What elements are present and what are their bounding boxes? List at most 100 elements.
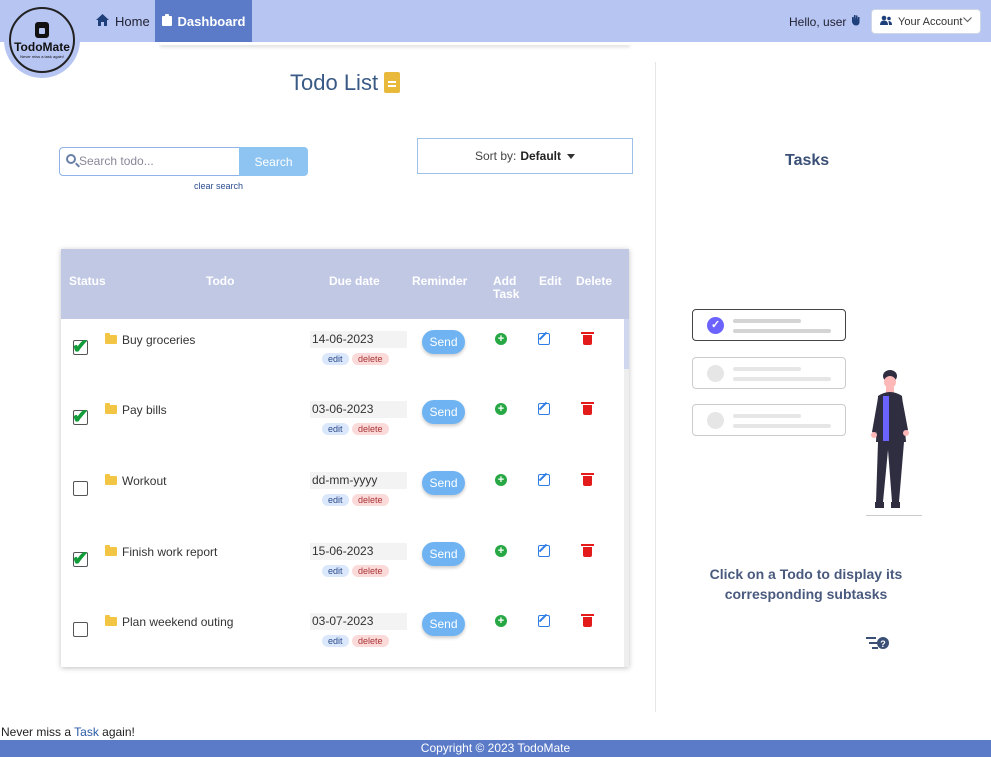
folder-icon (105, 545, 117, 556)
header-todo: Todo (206, 274, 235, 288)
logo-badge: TodoMate Never miss a task again! (9, 7, 75, 73)
search-icon (66, 154, 76, 164)
table-row[interactable]: ✔ Buy groceries 14-06-2023 edit delete Send + (61, 319, 621, 389)
tasks-title: Tasks (785, 152, 830, 169)
trash-icon[interactable] (581, 614, 594, 627)
chevron-down-icon (963, 15, 972, 25)
panel-divider (655, 62, 656, 712)
home-icon (96, 13, 109, 29)
edit-icon[interactable] (538, 403, 550, 415)
tagline-task-link[interactable]: Task (74, 725, 99, 739)
todo-title[interactable]: Pay bills (122, 403, 167, 417)
app-logo[interactable]: TodoMate Never miss a task again! (4, 2, 80, 78)
delete-due-date-button[interactable]: delete (352, 494, 389, 506)
navbar: Home Dashboard Hello, user Your Account (0, 0, 991, 42)
send-reminder-button[interactable]: Send (422, 471, 465, 495)
delete-due-date-button[interactable]: delete (352, 353, 389, 365)
add-task-icon[interactable]: + (495, 403, 507, 415)
edit-due-date-button[interactable]: edit (322, 494, 349, 506)
status-checkbox[interactable]: ✔ (72, 548, 89, 570)
svg-text:?: ? (880, 639, 886, 649)
illustration-task-card (692, 357, 846, 389)
scrollbar-track[interactable] (624, 319, 629, 667)
clear-search-link[interactable]: clear search (194, 181, 243, 191)
wave-hand-icon (850, 15, 862, 29)
table-row[interactable]: Workout dd-mm-yyyy edit delete Send + (61, 460, 621, 530)
person-illustration (860, 370, 926, 520)
sort-value: Default (520, 149, 562, 163)
add-task-icon[interactable]: + (495, 333, 507, 345)
document-icon (384, 72, 400, 93)
edit-due-date-button[interactable]: edit (322, 353, 349, 365)
illustration-task-card (692, 309, 846, 341)
delete-due-date-button[interactable]: delete (352, 423, 389, 435)
due-date-field[interactable]: 03-07-2023 (310, 613, 407, 630)
edit-due-date-button[interactable]: edit (322, 635, 349, 647)
add-task-icon[interactable]: + (495, 545, 507, 557)
nav-dashboard-link[interactable]: Dashboard (155, 0, 252, 42)
table-row[interactable]: ✔ Finish work report 15-06-2023 edit delete S… (61, 531, 621, 601)
clipboard-icon (161, 13, 172, 29)
checkmark-icon: ✔ (72, 548, 89, 570)
trash-icon[interactable] (581, 402, 594, 415)
edit-icon[interactable] (538, 333, 550, 345)
subtasks-hint: Click on a Todo to display its correspon… (709, 566, 903, 602)
table-row[interactable]: Plan weekend outing 03-07-2023 edit delete S… (61, 601, 621, 671)
delete-due-date-button[interactable]: delete (352, 635, 389, 647)
status-checkbox[interactable]: ✔ (72, 336, 89, 358)
send-reminder-button[interactable]: Send (422, 612, 465, 636)
delete-due-date-button[interactable]: delete (352, 565, 389, 577)
folder-icon (105, 615, 117, 626)
scrollbar-thumb[interactable] (624, 319, 629, 369)
account-dropdown-button[interactable]: Your Account (871, 9, 981, 34)
user-group-icon (880, 15, 892, 28)
tagline-prefix: Never miss a (1, 725, 75, 739)
edit-icon[interactable] (538, 474, 550, 486)
folder-icon (105, 474, 117, 485)
sort-label: Sort by: (474, 149, 517, 163)
account-label: Your Account (898, 15, 963, 28)
logo-tagline: Never miss a task again! (20, 53, 64, 59)
header-edit: Edit (539, 274, 562, 288)
add-task-icon[interactable]: + (495, 474, 507, 486)
send-reminder-button[interactable]: Send (422, 400, 465, 424)
send-reminder-button[interactable]: Send (422, 542, 465, 566)
header-due-date: Due date (329, 274, 380, 288)
todo-title[interactable]: Finish work report (122, 545, 217, 559)
nav-home-label: Home (115, 13, 150, 29)
due-date-field[interactable]: dd-mm-yyyy (310, 472, 407, 489)
status-checkbox[interactable]: ✔ (72, 407, 89, 427)
clipboard-logo-icon (35, 21, 49, 38)
search-button[interactable]: Search (239, 147, 308, 176)
list-question-icon: ? (866, 634, 890, 652)
header-status: Status (69, 274, 106, 288)
trash-icon[interactable] (581, 473, 594, 486)
todo-title[interactable]: Plan weekend outing (122, 615, 233, 629)
todo-title[interactable]: Workout (122, 474, 166, 488)
add-task-icon[interactable]: + (495, 615, 507, 627)
trash-icon[interactable] (581, 544, 594, 557)
nav-home-link[interactable]: Home (84, 0, 162, 42)
search-input[interactable] (79, 150, 237, 172)
due-date-field[interactable]: 03-06-2023 (310, 401, 407, 418)
due-date-field[interactable]: 14-06-2023 (310, 331, 407, 348)
status-checkbox[interactable] (73, 481, 88, 496)
logo-title: TodoMate (14, 39, 70, 54)
trash-icon[interactable] (581, 332, 594, 345)
header-reminder: Reminder (412, 274, 468, 288)
status-checkbox[interactable] (73, 622, 88, 637)
todo-title[interactable]: Buy groceries (122, 333, 195, 347)
edit-icon[interactable] (538, 545, 550, 557)
todo-table: Status Todo Due date Reminder Add Task E… (61, 249, 629, 667)
table-header: Status Todo Due date Reminder Add Task E… (61, 249, 629, 319)
edit-due-date-button[interactable]: edit (322, 565, 349, 577)
due-date-field[interactable]: 15-06-2023 (310, 543, 407, 560)
sort-dropdown-button[interactable]: Sort by: Default (417, 138, 633, 174)
table-row[interactable]: ✔ Pay bills 03-06-2023 edit delete Send + (61, 389, 621, 459)
nav-shadow (160, 42, 630, 45)
edit-due-date-button[interactable]: edit (322, 423, 349, 435)
checkmark-icon: ✔ (72, 336, 89, 358)
send-reminder-button[interactable]: Send (422, 330, 465, 354)
footer-copyright: Copyright © 2023 TodoMate (0, 740, 991, 757)
edit-icon[interactable] (538, 615, 550, 627)
